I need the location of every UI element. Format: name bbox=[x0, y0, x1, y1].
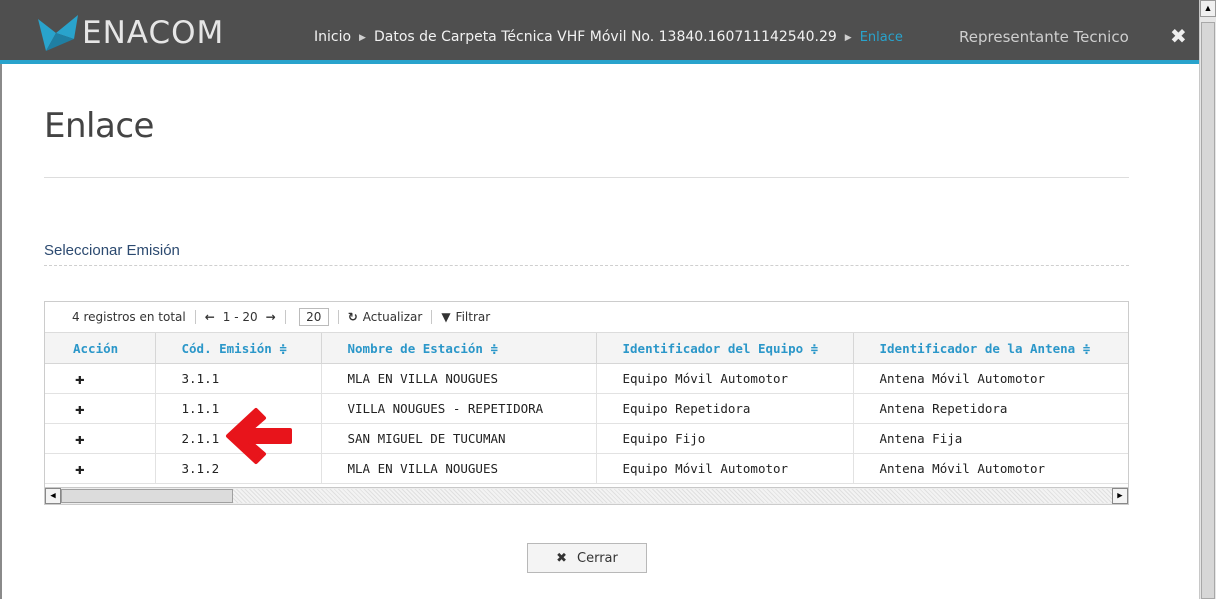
cerrar-label: Cerrar bbox=[577, 550, 618, 566]
page-range: 1 - 20 bbox=[222, 310, 258, 324]
cell-equipo: Equipo Repetidora bbox=[596, 393, 854, 424]
prev-page-icon[interactable]: ← bbox=[205, 310, 215, 324]
annotation-arrow-icon bbox=[226, 408, 292, 464]
refresh-label: Actualizar bbox=[362, 310, 423, 324]
user-link[interactable]: Representante Tecnico bbox=[959, 28, 1129, 46]
cell-equipo: Equipo Fijo bbox=[596, 423, 854, 454]
close-icon: ✖ bbox=[556, 550, 568, 566]
filter-label: Filtrar bbox=[455, 310, 491, 324]
top-bar: ENACOM Inicio ▶ Datos de Carpeta Técnica V… bbox=[0, 0, 1199, 64]
logo-text: ENACOM bbox=[82, 15, 225, 51]
page-size-input[interactable]: 20 bbox=[298, 308, 329, 326]
enacom-logo[interactable]: ENACOM bbox=[36, 13, 236, 53]
cell-cod-emision: 3.1.1 bbox=[155, 363, 322, 394]
breadcrumb-current: Enlace bbox=[859, 30, 903, 45]
section-label: Seleccionar Emisión bbox=[44, 242, 180, 259]
table-row[interactable]: ✚ 3.1.2 MLA EN VILLA NOUGUES Equipo Móvi… bbox=[45, 453, 1128, 484]
filter-icon: ▼ bbox=[441, 310, 451, 324]
breadcrumb-carpeta[interactable]: Datos de Carpeta Técnica VHF Móvil No. 1… bbox=[374, 29, 837, 45]
refresh-button[interactable]: ↻ Actualizar bbox=[348, 310, 423, 324]
table-header-row: Acción Cód. Emisión ≑ Nombre de Estación… bbox=[45, 333, 1128, 364]
records-total: 4 registros en total bbox=[72, 310, 186, 324]
logo-mark-icon bbox=[38, 15, 78, 51]
grid-horizontal-scrollbar[interactable]: ◀ ▶ bbox=[45, 487, 1128, 504]
title-divider bbox=[44, 177, 1129, 178]
emission-table: Acción Cód. Emisión ≑ Nombre de Estación… bbox=[45, 333, 1128, 484]
col-header-nombre-estacion[interactable]: Nombre de Estación ≑ bbox=[321, 333, 597, 364]
filter-button[interactable]: ▼ Filtrar bbox=[441, 310, 490, 324]
toolbar-separator bbox=[337, 310, 339, 324]
table-row[interactable]: ✚ 1.1.1 VILLA NOUGUES - REPETIDORA Equip… bbox=[45, 393, 1128, 424]
grid-scrollbar-track[interactable] bbox=[233, 489, 1112, 503]
cell-antena: Antena Fija bbox=[853, 423, 1128, 454]
cell-antena: Antena Móvil Automotor bbox=[853, 453, 1128, 484]
window-left-edge bbox=[0, 64, 2, 599]
table-row[interactable]: ✚ 3.1.1 MLA EN VILLA NOUGUES Equipo Móvi… bbox=[45, 363, 1128, 394]
scroll-left-icon[interactable]: ◀ bbox=[45, 488, 61, 504]
close-icon[interactable]: ✖ bbox=[1170, 24, 1187, 48]
add-icon[interactable]: ✚ bbox=[45, 393, 156, 424]
table-row[interactable]: ✚ 2.1.1 SAN MIGUEL DE TUCUMAN Equipo Fij… bbox=[45, 423, 1128, 454]
col-header-identificador-antena[interactable]: Identificador de la Antena ≑ bbox=[853, 333, 1128, 364]
toolbar-separator bbox=[431, 310, 433, 324]
grid-toolbar: 4 registros en total ← 1 - 20 → 20 ↻ Actu… bbox=[45, 302, 1128, 333]
page-scrollbar[interactable]: ▲ bbox=[1199, 0, 1216, 599]
breadcrumb-separator-icon: ▶ bbox=[844, 33, 852, 43]
cell-nombre-estacion: MLA EN VILLA NOUGUES bbox=[321, 363, 597, 394]
add-icon[interactable]: ✚ bbox=[45, 453, 156, 484]
grid-scrollbar-thumb[interactable] bbox=[61, 489, 233, 503]
refresh-icon: ↻ bbox=[347, 310, 358, 324]
scroll-up-icon[interactable]: ▲ bbox=[1200, 0, 1216, 17]
col-header-accion: Acción bbox=[45, 333, 156, 364]
col-header-cod-emision[interactable]: Cód. Emisión ≑ bbox=[155, 333, 322, 364]
add-icon[interactable]: ✚ bbox=[45, 423, 156, 454]
breadcrumb-home[interactable]: Inicio bbox=[314, 29, 351, 45]
cell-antena: Antena Repetidora bbox=[853, 393, 1128, 424]
cell-antena: Antena Móvil Automotor bbox=[853, 363, 1128, 394]
breadcrumb: Inicio ▶ Datos de Carpeta Técnica VHF Móvi… bbox=[314, 29, 903, 45]
col-header-identificador-equipo[interactable]: Identificador del Equipo ≑ bbox=[596, 333, 854, 364]
cell-nombre-estacion: VILLA NOUGUES - REPETIDORA bbox=[321, 393, 597, 424]
cell-nombre-estacion: SAN MIGUEL DE TUCUMAN bbox=[321, 423, 597, 454]
cell-equipo: Equipo Móvil Automotor bbox=[596, 453, 854, 484]
page-scrollbar-thumb[interactable] bbox=[1201, 22, 1215, 599]
scroll-right-icon[interactable]: ▶ bbox=[1112, 488, 1128, 504]
page-title: Enlace bbox=[44, 106, 154, 146]
add-icon[interactable]: ✚ bbox=[45, 363, 156, 394]
toolbar-separator bbox=[284, 310, 286, 324]
toolbar-separator bbox=[194, 310, 196, 324]
cell-nombre-estacion: MLA EN VILLA NOUGUES bbox=[321, 453, 597, 484]
cell-equipo: Equipo Móvil Automotor bbox=[596, 363, 854, 394]
cerrar-button[interactable]: ✖ Cerrar bbox=[527, 543, 647, 573]
next-page-icon[interactable]: → bbox=[266, 310, 276, 324]
emission-grid: 4 registros en total ← 1 - 20 → 20 ↻ Actu… bbox=[44, 301, 1129, 505]
section-divider bbox=[44, 265, 1129, 266]
breadcrumb-separator-icon: ▶ bbox=[359, 33, 366, 43]
